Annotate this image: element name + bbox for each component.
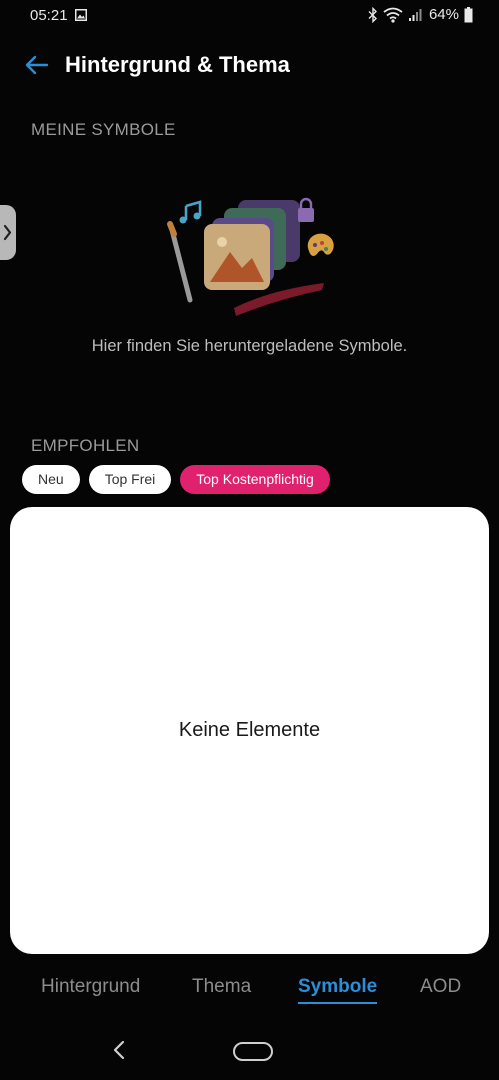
tab-theme[interactable]: Thema bbox=[192, 976, 251, 998]
recommended-list-card: Keine Elemente bbox=[10, 507, 489, 954]
section-title-my-symbols: MEINE SYMBOLE bbox=[31, 120, 176, 139]
filter-chip-new[interactable]: Neu bbox=[22, 465, 80, 494]
wifi-icon bbox=[383, 7, 403, 23]
tab-symbols[interactable]: Symbole bbox=[298, 976, 378, 1004]
nav-home-button[interactable] bbox=[233, 1042, 273, 1061]
battery-percent: 64% bbox=[428, 6, 459, 23]
battery-icon bbox=[464, 6, 473, 22]
section-title-recommended: EMPFOHLEN bbox=[31, 436, 140, 455]
tab-wallpaper[interactable]: Hintergrund bbox=[41, 976, 140, 998]
tab-aod[interactable]: AOD bbox=[420, 976, 461, 998]
active-tab-indicator bbox=[298, 1002, 378, 1004]
signal-icon bbox=[408, 9, 422, 21]
status-icons: 64% bbox=[368, 6, 473, 23]
tab-symbols-label: Symbole bbox=[298, 976, 378, 997]
no-items-text: Keine Elemente bbox=[178, 719, 321, 741]
my-symbols-empty-text: Hier finden Sie heruntergeladene Symbole… bbox=[91, 337, 408, 355]
chevron-right-icon bbox=[3, 224, 12, 241]
back-arrow-icon[interactable] bbox=[22, 50, 52, 80]
page-title: Hintergrund & Thema bbox=[65, 52, 290, 77]
bluetooth-icon bbox=[368, 6, 377, 23]
status-time: 05:21 bbox=[30, 7, 68, 24]
filter-chips: Neu Top Frei Top Kostenpflichtig bbox=[22, 465, 330, 494]
status-bar: 05:21 64% bbox=[0, 0, 499, 34]
nav-back-icon[interactable] bbox=[108, 1038, 130, 1062]
bottom-tabs: Hintergrund Thema Symbole AOD bbox=[0, 976, 499, 1010]
filter-chip-top-paid[interactable]: Top Kostenpflichtig bbox=[180, 465, 330, 494]
empty-symbols-illustration bbox=[167, 197, 334, 316]
side-panel-handle[interactable] bbox=[0, 205, 16, 260]
filter-chip-top-free[interactable]: Top Frei bbox=[88, 465, 172, 494]
gallery-icon bbox=[75, 9, 87, 21]
